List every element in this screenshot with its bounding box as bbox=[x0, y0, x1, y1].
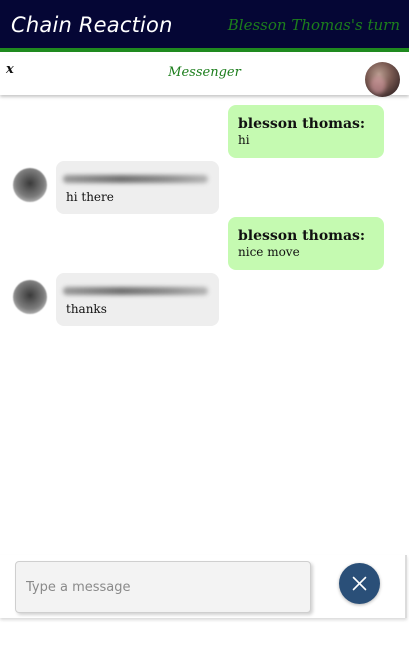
blurred-sender-name bbox=[63, 287, 208, 295]
sender-avatar bbox=[13, 280, 47, 314]
message-text: hi there bbox=[66, 190, 114, 204]
composer-bar bbox=[0, 555, 407, 618]
top-bar: Chain Reaction Blesson Thomas's turn bbox=[0, 0, 409, 52]
incoming-bubble: hi there bbox=[56, 161, 219, 214]
messenger-title: Messenger bbox=[168, 65, 241, 80]
message-sender: blesson thomas: bbox=[238, 116, 366, 132]
sender-avatar bbox=[13, 168, 47, 202]
outgoing-message: blesson thomas: hi bbox=[228, 105, 384, 158]
close-icon bbox=[352, 576, 367, 591]
message-text: nice move bbox=[238, 245, 300, 259]
message-list[interactable]: blesson thomas: hi hi there blesson thom… bbox=[0, 95, 409, 555]
message-sender: blesson thomas: bbox=[238, 228, 366, 244]
incoming-bubble: thanks bbox=[56, 273, 219, 326]
outgoing-message: blesson thomas: nice move bbox=[228, 217, 384, 270]
send-button[interactable] bbox=[339, 563, 380, 604]
chain-reaction-app: Chain Reaction Blesson Thomas's turn x M… bbox=[0, 0, 409, 650]
message-text: thanks bbox=[66, 302, 107, 316]
user-avatar[interactable] bbox=[365, 62, 400, 97]
messenger-header: x Messenger bbox=[0, 56, 409, 97]
blurred-sender-name bbox=[63, 175, 208, 183]
turn-indicator: Blesson Thomas's turn bbox=[227, 16, 400, 34]
message-text: hi bbox=[238, 133, 250, 147]
app-title: Chain Reaction bbox=[11, 13, 173, 37]
message-input[interactable] bbox=[15, 561, 311, 613]
